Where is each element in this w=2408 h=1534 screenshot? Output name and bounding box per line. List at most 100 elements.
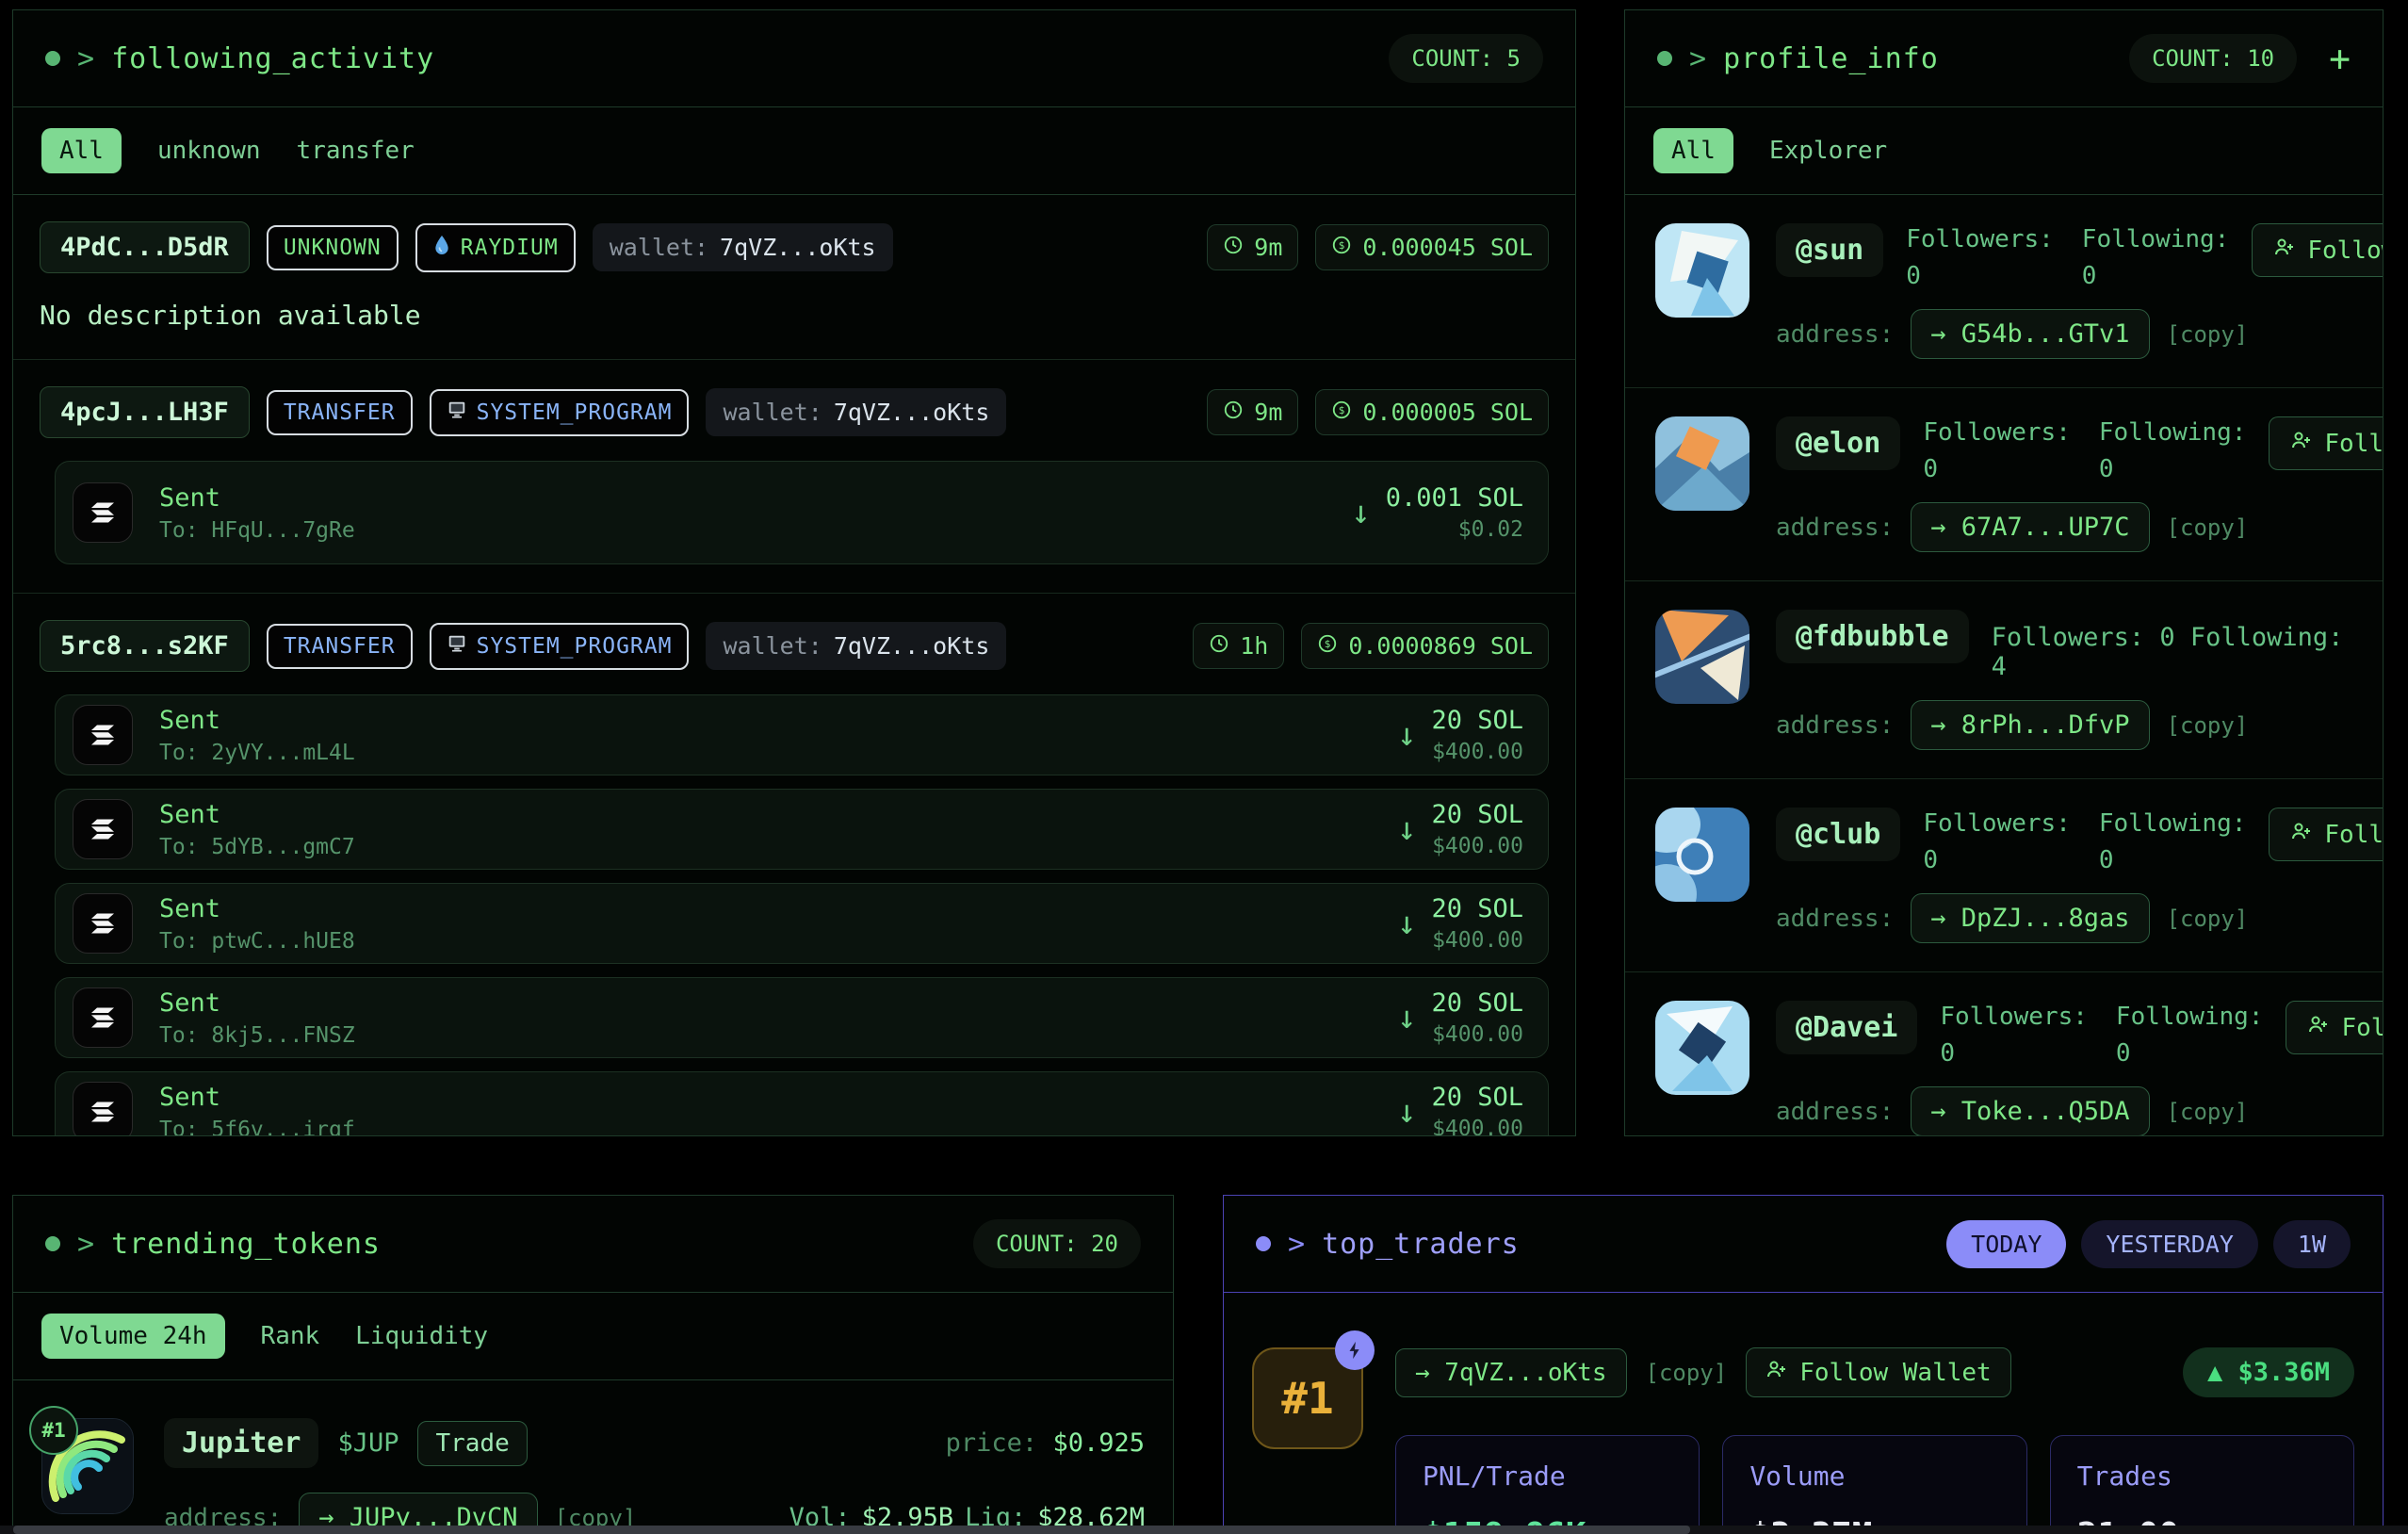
transfer-usd: $400.00	[1431, 1022, 1523, 1047]
person-plus-icon	[2307, 1013, 2330, 1042]
transfer-amount: 20 SOL	[1431, 988, 1523, 1018]
avatar	[1655, 416, 1749, 511]
time-badge: 9m	[1207, 224, 1298, 270]
count-badge: COUNT: 10	[2129, 34, 2297, 83]
follow-button[interactable]: Follow	[2252, 223, 2384, 277]
stat-card-trades: Trades 21.00	[2050, 1435, 2354, 1534]
arrow-down-icon: ↓	[1351, 497, 1370, 529]
following-value: 0	[2099, 455, 2247, 483]
address-chip[interactable]: → 67A7...UP7C	[1911, 502, 2149, 552]
computer-icon	[447, 633, 467, 660]
stat-label: PNL/Trade	[1423, 1461, 1672, 1492]
solana-icon	[73, 987, 133, 1048]
following-label: Following:	[2099, 809, 2247, 838]
tab-volume-24h[interactable]: Volume 24h	[41, 1314, 225, 1359]
transfer-amount: 0.001 SOL	[1386, 483, 1523, 513]
tab-all[interactable]: All	[1653, 128, 1733, 173]
tab-yesterday[interactable]: YESTERDAY	[2081, 1220, 2257, 1268]
program-badge-raydium[interactable]: RAYDIUM	[415, 223, 576, 272]
followers-label: Followers:	[1923, 809, 2071, 838]
tab-rank[interactable]: Rank	[261, 1322, 320, 1350]
follow-button[interactable]: Follow	[2269, 808, 2384, 861]
tx-id-chip[interactable]: 5rc8...s2KF	[40, 620, 250, 672]
tx-id-chip[interactable]: 4PdC...D5dR	[40, 221, 250, 273]
copy-button[interactable]: [copy]	[1646, 1360, 1728, 1386]
transfer-action: Sent	[159, 800, 355, 829]
scrollbar-thumb[interactable]	[13, 1526, 1690, 1534]
stat-label: Trades	[2077, 1461, 2327, 1492]
copy-button[interactable]: [copy]	[2167, 712, 2249, 739]
transfer-to: To: 8kj5...FNSZ	[159, 1023, 355, 1048]
profile-handle[interactable]: @club	[1776, 808, 1900, 861]
transfer-row[interactable]: Sent To: 5f6v...irgf ↓ 20 SOL $400.00	[55, 1071, 1549, 1136]
tx-description: No description available	[40, 300, 1549, 331]
solana-icon	[73, 1082, 133, 1136]
transfer-action: Sent	[159, 706, 355, 735]
status-dot	[1657, 51, 1672, 66]
trade-button[interactable]: Trade	[417, 1421, 527, 1466]
address-chip[interactable]: → Toke...Q5DA	[1911, 1086, 2149, 1136]
prompt-chevron: >	[77, 42, 94, 75]
avatar	[1655, 1001, 1749, 1095]
follow-wallet-button[interactable]: Follow Wallet	[1746, 1347, 2011, 1397]
status-dot	[45, 51, 60, 66]
copy-button[interactable]: [copy]	[2167, 514, 2249, 541]
tab-liquidity[interactable]: Liquidity	[355, 1322, 488, 1350]
following-value: 0	[2082, 262, 2230, 290]
tab-1w[interactable]: 1W	[2273, 1220, 2351, 1268]
copy-button[interactable]: [copy]	[2167, 906, 2249, 932]
tab-all[interactable]: All	[41, 128, 122, 173]
transfer-row[interactable]: Sent To: 2yVY...mL4L ↓ 20 SOL $400.00	[55, 694, 1549, 775]
panel-top-traders: > top_traders TODAY YESTERDAY 1W #1 → 7q…	[1223, 1195, 2384, 1534]
horizontal-scrollbar[interactable]	[0, 1526, 2408, 1534]
profile-handle[interactable]: @Davei	[1776, 1001, 1917, 1054]
activity-card: 4PdC...D5dR UNKNOWN RAYDIUM wallet:7qVZ.…	[13, 195, 1575, 360]
page-title: trending_tokens	[111, 1228, 381, 1261]
prompt-chevron: >	[1689, 42, 1706, 75]
transfer-action: Sent	[159, 894, 355, 923]
token-name[interactable]: Jupiter	[164, 1418, 318, 1468]
solana-icon	[73, 799, 133, 859]
following-value: 0	[2116, 1039, 2264, 1068]
transfer-row[interactable]: Sent To: HFqU...7gRe ↓ 0.001 SOL $0.02	[55, 461, 1549, 564]
transfer-amount: 20 SOL	[1431, 1083, 1523, 1112]
copy-button[interactable]: [copy]	[2167, 1099, 2249, 1125]
transfer-row[interactable]: Sent To: 8kj5...FNSZ ↓ 20 SOL $400.00	[55, 977, 1549, 1058]
panel-profile-info: > profile_info COUNT: 10 + All Explorer …	[1624, 9, 2384, 1136]
program-badge-system[interactable]: SYSTEM_PROGRAM	[430, 623, 690, 670]
time-badge: 1h	[1193, 623, 1284, 669]
transfer-to: To: HFqU...7gRe	[159, 518, 355, 543]
address-chip[interactable]: → 8rPh...DfvP	[1911, 700, 2149, 750]
tab-transfer[interactable]: transfer	[297, 137, 415, 165]
tab-today[interactable]: TODAY	[1946, 1220, 2066, 1268]
dollar-circle-icon: $	[1331, 234, 1352, 261]
profile-handle[interactable]: @fdbubble	[1776, 610, 1969, 663]
status-dot	[1256, 1236, 1271, 1251]
tab-explorer[interactable]: Explorer	[1769, 137, 1887, 165]
following-label: Following:	[2099, 418, 2247, 447]
add-profile-button[interactable]: +	[2329, 41, 2351, 76]
trader-wallet-chip[interactable]: → 7qVZ...oKts	[1395, 1348, 1627, 1397]
prompt-chevron: >	[1288, 1228, 1305, 1261]
profile-row: @fdbubble Followers: 0 Following: 4 addr…	[1625, 581, 2383, 779]
fee-badge: $ 0.000045 SOL	[1315, 224, 1549, 270]
follow-button[interactable]: Follow	[2269, 416, 2384, 470]
address-chip[interactable]: → G54b...GTv1	[1911, 309, 2149, 359]
tab-unknown[interactable]: unknown	[157, 137, 261, 165]
droplet-icon	[432, 234, 451, 262]
address-chip[interactable]: → DpZJ...8gas	[1911, 893, 2149, 943]
copy-button[interactable]: [copy]	[2167, 321, 2249, 348]
profile-handle[interactable]: @elon	[1776, 416, 1900, 470]
wallet-chip[interactable]: wallet:7qVZ...oKts	[706, 622, 1006, 670]
program-badge-system[interactable]: SYSTEM_PROGRAM	[430, 389, 690, 436]
follow-button[interactable]: Follow	[2286, 1001, 2384, 1054]
stat-card-pnl-trade: PNL/Trade $159.86K	[1395, 1435, 1700, 1534]
solana-icon	[73, 705, 133, 765]
wallet-chip[interactable]: wallet:7qVZ...oKts	[706, 388, 1006, 436]
transfer-row[interactable]: Sent To: ptwC...hUE8 ↓ 20 SOL $400.00	[55, 883, 1549, 964]
traders-period-tabs: TODAY YESTERDAY 1W	[1946, 1220, 2351, 1268]
tx-id-chip[interactable]: 4pcJ...LH3F	[40, 386, 250, 438]
transfer-row[interactable]: Sent To: 5dYB...gmC7 ↓ 20 SOL $400.00	[55, 789, 1549, 870]
wallet-chip[interactable]: wallet:7qVZ...oKts	[593, 223, 893, 271]
profile-handle[interactable]: @sun	[1776, 223, 1883, 277]
